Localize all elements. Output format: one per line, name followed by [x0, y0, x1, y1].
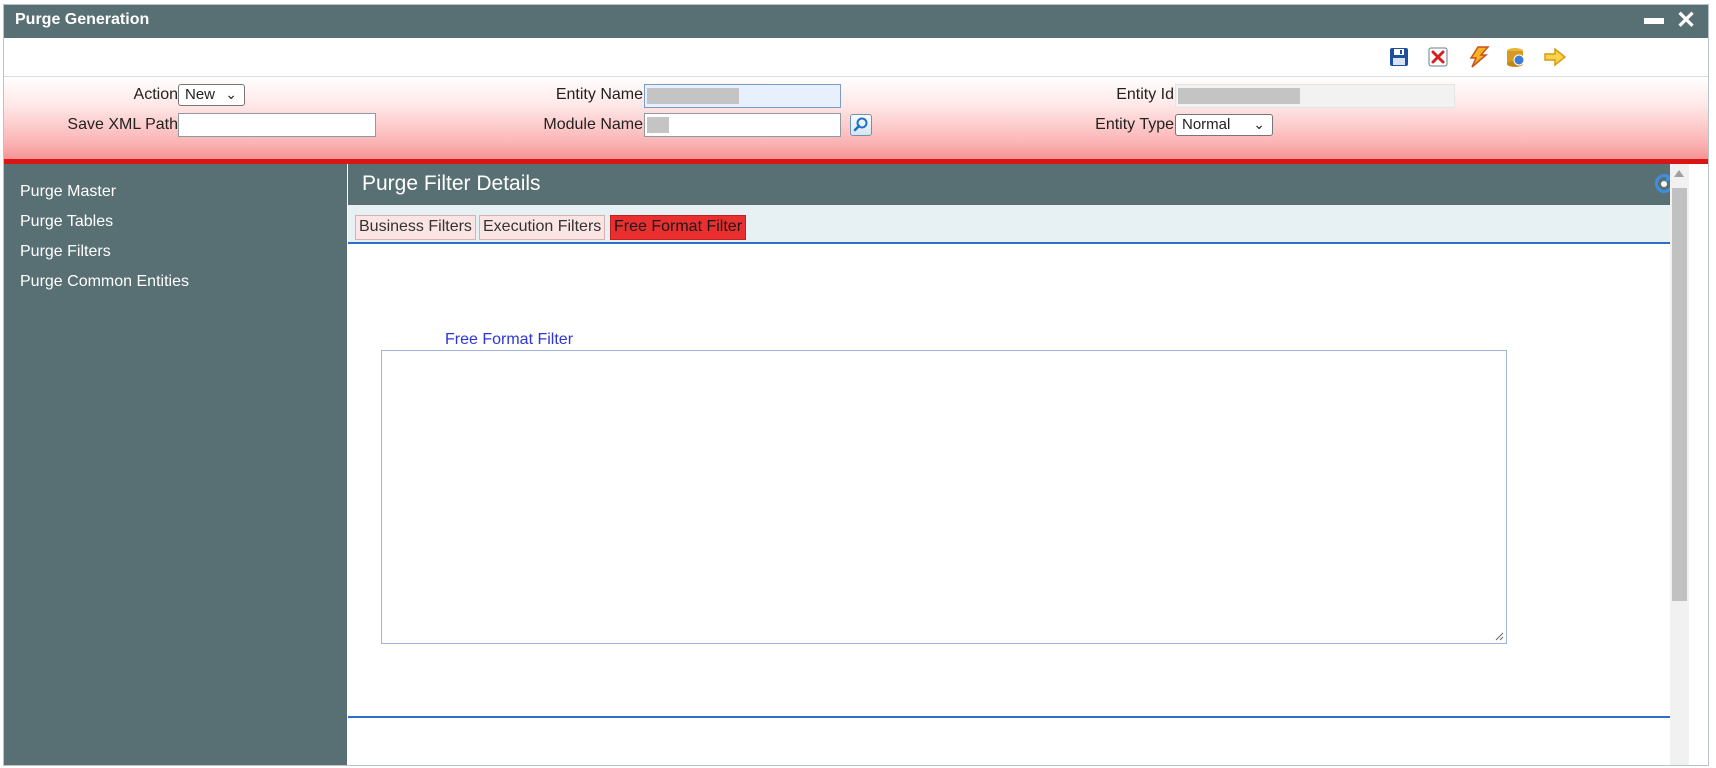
sidebar-item-purge-master[interactable]: Purge Master: [20, 183, 116, 201]
action-select[interactable]: New ⌄: [178, 84, 245, 106]
redacted-value: [647, 88, 739, 104]
entity-id-label: Entity Id: [1116, 86, 1174, 103]
window-title: Purge Generation: [15, 11, 150, 28]
search-icon: [853, 117, 868, 132]
action-value: New: [185, 86, 216, 103]
purge-generation-window: Purge Generation ▬ ✕ Action New ⌄ Save X…: [3, 4, 1709, 766]
tab-business-filters[interactable]: Business Filters: [355, 215, 476, 240]
scrollbar-thumb[interactable]: [1672, 188, 1687, 601]
minimize-icon[interactable]: ▬: [1642, 8, 1666, 34]
deploy-icon[interactable]: [1504, 46, 1528, 68]
module-search-button[interactable]: [850, 114, 872, 136]
title-bar: Purge Generation ▬ ✕: [4, 5, 1708, 38]
sidebar: Purge Master Purge Tables Purge Filters …: [4, 164, 347, 765]
save-icon[interactable]: [1388, 46, 1412, 68]
module-name-input[interactable]: [644, 113, 841, 137]
exit-icon[interactable]: [1543, 46, 1567, 68]
purge-filter-details-panel: Purge Filter Details Business Filters Ex…: [348, 164, 1689, 765]
action-label: Action: [133, 86, 178, 103]
close-icon[interactable]: ✕: [1674, 8, 1698, 34]
header-form: Action New ⌄ Save XML Path Entity Name M…: [4, 77, 1708, 164]
entity-type-value: Normal: [1182, 116, 1231, 133]
generate-icon[interactable]: [1466, 46, 1490, 68]
sidebar-item-purge-filters[interactable]: Purge Filters: [20, 243, 111, 261]
delete-icon[interactable]: [1427, 46, 1451, 68]
panel-header: Purge Filter Details: [348, 164, 1689, 205]
chevron-down-icon: ⌄: [1253, 116, 1265, 132]
entity-id-input: [1175, 84, 1455, 108]
entity-type-label: Entity Type: [1095, 116, 1174, 133]
save-xml-path-input[interactable]: [178, 113, 376, 137]
chevron-down-icon: ⌄: [225, 86, 237, 102]
tab-free-format-filter[interactable]: Free Format Filter: [610, 215, 747, 240]
sidebar-item-purge-common-entities[interactable]: Purge Common Entities: [20, 273, 189, 291]
entity-name-label: Entity Name: [555, 86, 643, 103]
toolbar: [4, 38, 1708, 77]
free-format-filter-label: Free Format Filter: [445, 331, 574, 348]
sidebar-item-purge-tables[interactable]: Purge Tables: [20, 213, 113, 231]
redacted-value: [1178, 88, 1300, 104]
save-xml-path-label: Save XML Path: [67, 116, 178, 133]
vertical-scrollbar[interactable]: [1670, 164, 1689, 765]
bottom-divider: [348, 716, 1676, 718]
tab-divider: [348, 242, 1676, 244]
entity-type-select[interactable]: Normal ⌄: [1175, 114, 1273, 136]
redacted-value: [647, 117, 669, 133]
module-name-label: Module Name: [543, 116, 643, 133]
entity-name-input[interactable]: [644, 84, 841, 108]
panel-title: Purge Filter Details: [362, 172, 541, 195]
scroll-up-icon[interactable]: [1674, 170, 1684, 177]
free-format-filter-textarea[interactable]: [381, 350, 1507, 644]
tab-execution-filters[interactable]: Execution Filters: [479, 215, 606, 240]
resize-grip-icon[interactable]: [1494, 631, 1504, 641]
